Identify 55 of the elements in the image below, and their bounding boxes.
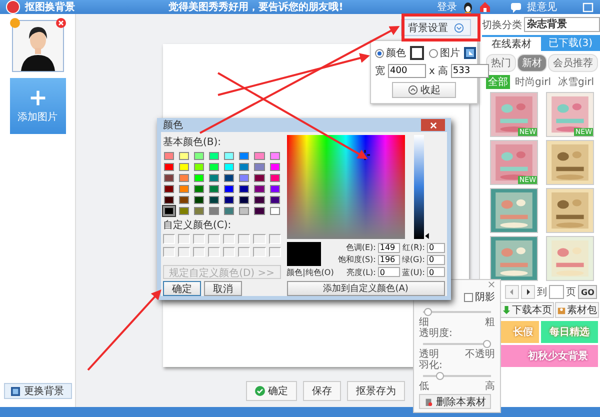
category-label: 切换分类 xyxy=(482,18,522,32)
add-custom-color-button[interactable]: 添加到自定义颜色(A) xyxy=(286,281,445,296)
slider-min-label: 低 xyxy=(419,381,429,392)
tab[interactable]: 在线素材 xyxy=(482,35,541,51)
slider-title: 透明度: xyxy=(419,328,452,339)
ok-button[interactable]: 确定 xyxy=(163,281,201,296)
goto-label: 到 xyxy=(537,286,547,299)
delete-material-button[interactable]: 删除本素材 xyxy=(419,394,491,409)
filter-tag[interactable]: 冰雪girl xyxy=(556,75,596,89)
value-input[interactable]: 0 xyxy=(427,254,445,265)
change-background-button[interactable]: 更换背景 xyxy=(4,383,72,399)
subtab[interactable]: 会员推荐 xyxy=(548,54,598,72)
value-input[interactable]: 149 xyxy=(378,242,400,253)
slider-min-label: 细 xyxy=(419,317,429,328)
times-sign: x xyxy=(429,66,435,76)
cancel-button[interactable]: 取消 xyxy=(204,281,242,296)
preview-label: 颜色|纯色(O) xyxy=(286,267,334,278)
material-pack-button[interactable]: 素材包 xyxy=(555,302,599,318)
option-label: 颜色 xyxy=(386,46,406,60)
slider-max-label: 高 xyxy=(485,381,495,392)
category-dropdown[interactable]: 杂志背景 xyxy=(524,17,600,32)
option-label: 图片 xyxy=(440,46,460,60)
field-label: 亮度(L): xyxy=(345,266,376,278)
slider-title: 羽化: xyxy=(419,360,442,371)
width-input[interactable]: 400 xyxy=(388,64,426,78)
field-label: 色调(E): xyxy=(344,242,376,254)
dialog-title: 颜色 xyxy=(163,118,183,132)
value-input[interactable]: 196 xyxy=(378,254,400,265)
field-label: 红(R): xyxy=(402,242,425,254)
height-label: 高 xyxy=(438,64,448,78)
subtab[interactable]: 新材 xyxy=(517,54,547,72)
page-label: 页 xyxy=(566,286,576,299)
canvas-button[interactable]: 抠景存为 xyxy=(347,381,405,401)
collapse-button[interactable]: 收起 xyxy=(392,82,456,98)
slogan-text: 觉得美图秀秀好用，要告诉您的朋友哦! xyxy=(168,0,344,14)
custom-colors-label: 自定义颜色(C): xyxy=(163,218,232,232)
value-input[interactable]: 0 xyxy=(378,267,400,278)
field-label: 绿(G): xyxy=(402,254,425,266)
go-button[interactable]: GO xyxy=(578,285,598,299)
field-label: 饱和度(S): xyxy=(338,254,376,266)
canvas-button[interactable]: 保存 xyxy=(303,381,341,401)
width-label: 宽 xyxy=(375,64,385,78)
canvas-button[interactable]: 确定 xyxy=(246,381,297,401)
window-title: 抠图换背景 xyxy=(25,0,75,14)
value-input[interactable]: 0 xyxy=(427,242,445,253)
field-label: 蓝(U): xyxy=(402,266,425,278)
slider-min-label: 透明 xyxy=(419,349,439,360)
download-page-button[interactable]: 下载本页 xyxy=(500,302,554,318)
basic-colors-label: 基本颜色(B): xyxy=(163,136,222,149)
value-input[interactable]: 0 xyxy=(427,267,445,278)
height-input[interactable]: 533 xyxy=(450,64,489,78)
filter-tag[interactable]: 时尚girl xyxy=(513,75,554,89)
subtab[interactable]: 热门 xyxy=(486,54,516,72)
shadow-label: 阴影 xyxy=(475,292,495,303)
background-settings-button[interactable]: 背景设置 xyxy=(401,19,471,36)
